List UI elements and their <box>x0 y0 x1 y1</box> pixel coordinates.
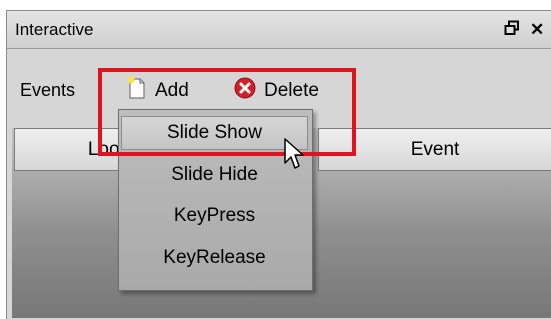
events-label: Events <box>20 80 76 100</box>
add-label: Add <box>155 80 189 101</box>
menu-item-slide-show[interactable]: Slide Show <box>121 116 308 150</box>
panel-titlebar: Interactive ✕ <box>7 11 551 49</box>
delete-button[interactable]: Delete <box>234 76 319 106</box>
menu-item-keyrelease[interactable]: KeyRelease <box>121 241 308 275</box>
menu-item-keypress[interactable]: KeyPress <box>121 199 308 233</box>
delete-icon <box>234 77 256 105</box>
add-event-dropdown-menu: Slide Show Slide Hide KeyPress KeyReleas… <box>118 109 313 291</box>
delete-label: Delete <box>264 80 319 101</box>
new-document-icon <box>127 76 147 106</box>
add-button[interactable]: Add <box>127 76 189 106</box>
toolbar-separator <box>101 74 102 108</box>
close-icon[interactable]: ✕ <box>530 20 544 40</box>
panel-title: Interactive <box>15 20 94 39</box>
column-header-event[interactable]: Event <box>318 128 551 171</box>
restore-window-icon[interactable] <box>504 20 520 41</box>
menu-item-slide-hide[interactable]: Slide Hide <box>121 158 308 192</box>
